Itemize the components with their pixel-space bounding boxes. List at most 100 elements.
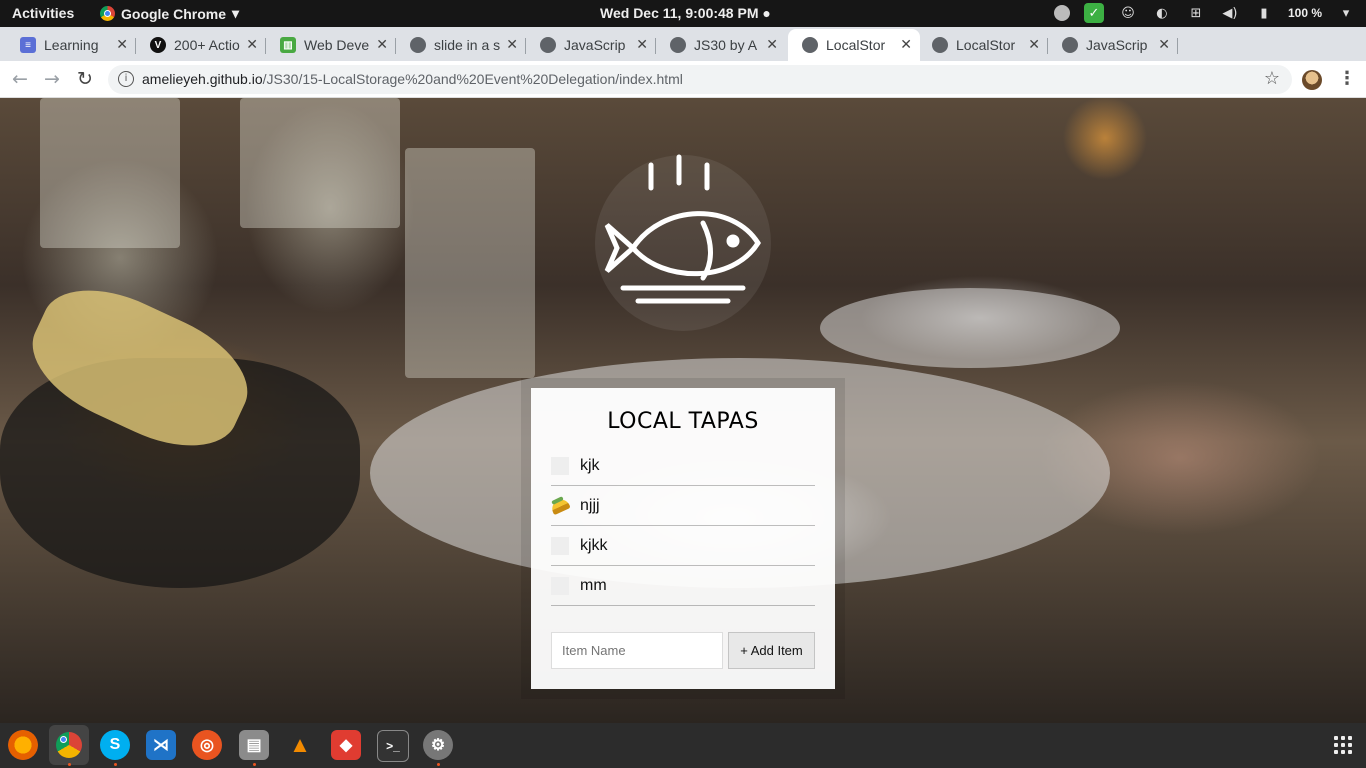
add-item-form: + Add Item bbox=[551, 632, 815, 669]
network-icon[interactable]: ⊞ bbox=[1186, 3, 1206, 23]
gnome-top-bar: Activities Google Chrome ▾ Wed Dec 11, 9… bbox=[0, 0, 1366, 27]
tab-label: Web Deve bbox=[304, 37, 370, 53]
battery-percent: 100 % bbox=[1287, 6, 1322, 20]
tab-label: LocalStor bbox=[956, 37, 1016, 53]
url-path: /JS30/15-LocalStorage%20and%20Event%20De… bbox=[262, 71, 683, 87]
tab-slide-in[interactable]: slide in a s ✕ bbox=[396, 29, 526, 61]
chrome-icon bbox=[56, 732, 82, 758]
close-icon[interactable]: ✕ bbox=[636, 36, 648, 53]
tab-javascript[interactable]: JavaScrip ✕ bbox=[526, 29, 656, 61]
add-item-button[interactable]: + Add Item bbox=[728, 632, 815, 669]
clock[interactable]: Wed Dec 11, 9:00:48 PM ● bbox=[600, 5, 771, 21]
item-checkbox[interactable] bbox=[551, 576, 569, 595]
close-icon[interactable]: ✕ bbox=[1158, 36, 1170, 53]
close-icon[interactable]: ✕ bbox=[116, 36, 128, 53]
item-checkbox[interactable] bbox=[551, 536, 569, 555]
page-viewport: LOCAL TAPAS kjk njjj kjkk mm + Add Item bbox=[0, 98, 1366, 723]
tab-label: Learning bbox=[44, 37, 99, 53]
vlc-icon[interactable]: ▲ bbox=[285, 730, 315, 760]
item-checkbox[interactable] bbox=[551, 456, 569, 475]
learning-icon: ≡ bbox=[20, 37, 36, 53]
info-icon[interactable]: i bbox=[118, 71, 134, 87]
list-item[interactable]: njjj bbox=[549, 486, 815, 526]
tapas-list: kjk njjj kjkk mm bbox=[549, 446, 815, 606]
system-menu-caret-icon[interactable]: ▾ bbox=[1336, 3, 1356, 23]
running-indicator bbox=[68, 763, 71, 766]
skype-icon[interactable]: S bbox=[100, 730, 130, 760]
list-item[interactable]: kjk bbox=[551, 446, 815, 486]
tab-learning[interactable]: ≡ Learning ✕ bbox=[6, 29, 136, 61]
globe-icon bbox=[540, 37, 556, 53]
close-icon[interactable]: ✕ bbox=[900, 36, 912, 53]
tab-localstorage-active[interactable]: LocalStor ✕ bbox=[788, 29, 920, 61]
settings-icon[interactable]: ⚙ bbox=[423, 730, 453, 760]
back-button[interactable]: ← bbox=[12, 68, 28, 90]
tab-label: LocalStor bbox=[826, 37, 886, 53]
background-glass bbox=[240, 98, 400, 228]
battery-icon[interactable]: ▮ bbox=[1254, 3, 1274, 23]
item-label: kjkk bbox=[580, 536, 608, 554]
clock-text: Wed Dec 11, 9:00:48 PM bbox=[600, 5, 759, 21]
tab-strip: ≡ Learning ✕ V 200+ Actio ✕ ▥ Web Deve ✕… bbox=[0, 27, 1366, 82]
git-icon[interactable]: ◆ bbox=[331, 730, 361, 760]
chrome-menu-icon[interactable]: ⋮ bbox=[1338, 68, 1356, 89]
reload-button[interactable]: ↻ bbox=[77, 68, 93, 90]
running-indicator bbox=[437, 763, 440, 766]
check-badge-icon[interactable]: ✓ bbox=[1083, 3, 1104, 23]
item-label: njjj bbox=[580, 496, 600, 514]
trello-icon: ▥ bbox=[280, 37, 296, 53]
item-label: kjk bbox=[580, 456, 600, 474]
app-menu[interactable]: Google Chrome ▾ bbox=[100, 5, 239, 22]
forward-button[interactable]: → bbox=[44, 68, 60, 90]
close-icon[interactable]: ✕ bbox=[376, 36, 388, 53]
record-icon[interactable] bbox=[1053, 5, 1070, 21]
app-menu-label: Google Chrome bbox=[121, 5, 227, 22]
notification-dot-icon: ● bbox=[762, 5, 771, 21]
list-item[interactable]: mm bbox=[551, 566, 815, 606]
close-icon[interactable]: ✕ bbox=[246, 36, 258, 53]
item-checkbox-checked[interactable] bbox=[549, 496, 571, 515]
tab-label: JavaScrip bbox=[564, 37, 626, 53]
firefox-icon[interactable] bbox=[8, 730, 38, 760]
tab-separator bbox=[1177, 38, 1178, 54]
show-applications-icon[interactable] bbox=[1334, 736, 1352, 754]
tab-label: JS30 by A bbox=[694, 37, 758, 53]
address-bar[interactable]: i amelieyeh.github.io/JS30/15-LocalStora… bbox=[108, 65, 1292, 94]
sync-icon[interactable]: ◐ bbox=[1152, 3, 1172, 23]
dock: S ⋊ ◎ ▤ ▲ ◆ >_ ⚙ bbox=[0, 723, 1366, 768]
terminal-icon[interactable]: >_ bbox=[377, 730, 409, 762]
running-indicator bbox=[114, 763, 117, 766]
tab-web-dev[interactable]: ▥ Web Deve ✕ bbox=[266, 29, 396, 61]
chrome-dock-slot[interactable] bbox=[49, 725, 89, 765]
item-name-input[interactable] bbox=[551, 632, 723, 669]
system-tray: ✓ ☺ ◐ ⊞ ◀) ▮ 100 % ▾ bbox=[1053, 3, 1356, 23]
running-indicator bbox=[253, 763, 256, 766]
volume-icon[interactable]: ◀) bbox=[1220, 3, 1240, 23]
activities-button[interactable]: Activities bbox=[12, 5, 74, 21]
chrome-icon bbox=[100, 6, 115, 21]
list-item[interactable]: kjkk bbox=[551, 526, 815, 566]
url-host: amelieyeh.github.io bbox=[142, 71, 263, 87]
bookmark-star-icon[interactable]: ☆ bbox=[1264, 68, 1280, 89]
fish-logo-icon bbox=[595, 154, 771, 331]
close-icon[interactable]: ✕ bbox=[766, 36, 778, 53]
vscode-icon[interactable]: ⋊ bbox=[146, 730, 176, 760]
files-icon[interactable]: ▤ bbox=[239, 730, 269, 760]
globe-icon bbox=[410, 37, 426, 53]
background-glass bbox=[405, 148, 535, 378]
tab-javascript-2[interactable]: JavaScrip ✕ bbox=[1048, 29, 1178, 61]
background-glass bbox=[40, 98, 180, 248]
browser-toolbar: ← → ↻ i amelieyeh.github.io/JS30/15-Loca… bbox=[0, 61, 1366, 98]
tab-200-actions[interactable]: V 200+ Actio ✕ bbox=[136, 29, 266, 61]
face-emoji-icon[interactable]: ☺ bbox=[1118, 3, 1138, 23]
close-icon[interactable]: ✕ bbox=[506, 36, 518, 53]
close-icon[interactable]: ✕ bbox=[1028, 36, 1040, 53]
url-text[interactable]: amelieyeh.github.io/JS30/15-LocalStorage… bbox=[142, 71, 683, 87]
tab-js30[interactable]: JS30 by A ✕ bbox=[656, 29, 786, 61]
tapas-card: LOCAL TAPAS kjk njjj kjkk mm + Add Item bbox=[531, 388, 835, 689]
tab-label: JavaScrip bbox=[1086, 37, 1148, 53]
background-plate bbox=[820, 288, 1120, 368]
ubuntu-software-icon[interactable]: ◎ bbox=[192, 730, 222, 760]
tab-localstorage[interactable]: LocalStor ✕ bbox=[918, 29, 1048, 61]
profile-avatar[interactable] bbox=[1302, 70, 1322, 90]
